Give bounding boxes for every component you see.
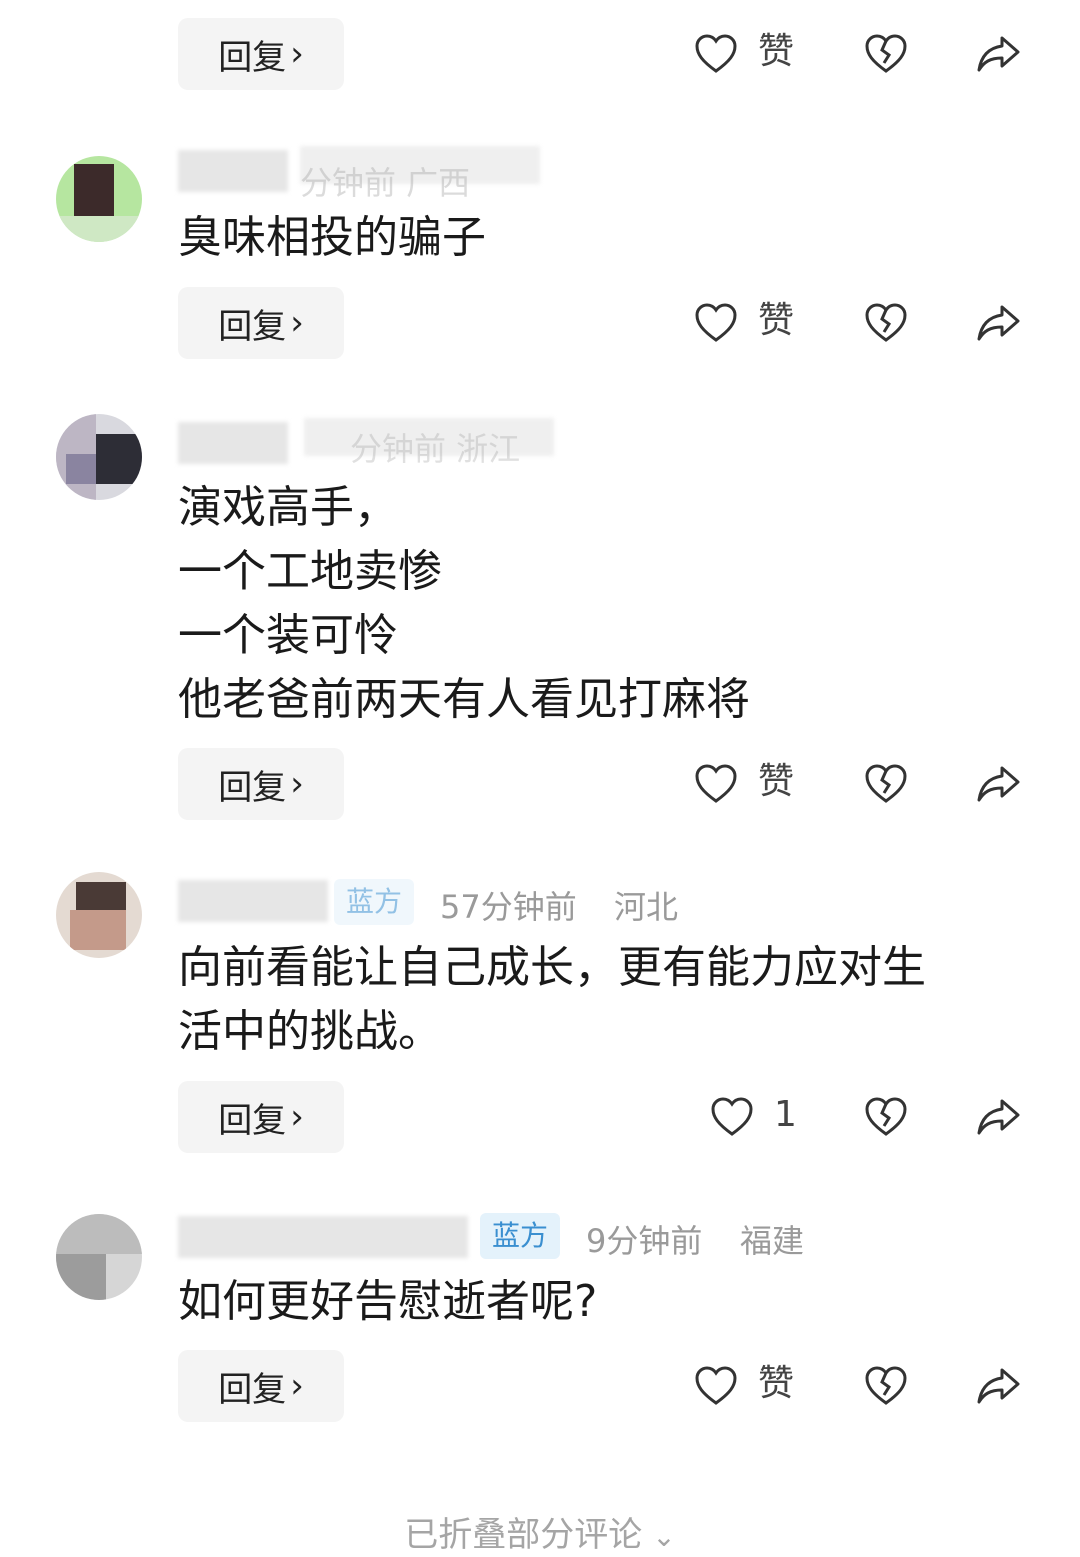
comment-location: 河北 [614, 888, 679, 926]
broken-heart-icon[interactable] [862, 30, 910, 78]
avatar[interactable] [56, 872, 142, 958]
comment-line: 演戏高手， [178, 482, 398, 533]
comment-line: 一个装可怜 [178, 610, 398, 661]
username-blurred [178, 1216, 468, 1258]
reply-label: 回复 [218, 1100, 287, 1141]
role-tag: 蓝方 [334, 879, 415, 925]
like-label: 赞 [758, 761, 795, 802]
like-count: 1 [774, 1094, 797, 1135]
reply-label: 回复 [218, 306, 287, 347]
reply-button[interactable]: 回复 › [178, 748, 344, 820]
username-blurred [178, 880, 328, 922]
reply-button[interactable]: 回复 › [178, 1350, 344, 1422]
comment-text: 臭味相投的骗子 [178, 212, 486, 263]
like-label: 赞 [758, 31, 795, 72]
like-label: 赞 [758, 300, 795, 341]
chevron-right-icon: › [290, 303, 304, 343]
share-arrow-icon[interactable] [974, 760, 1022, 808]
role-tag: 蓝方 [480, 1213, 561, 1259]
comment-line: 他老爸前两天有人看见打麻将 [178, 674, 750, 725]
comment-text: 如何更好告慰逝者呢? [178, 1276, 598, 1327]
comment-location: 福建 [740, 1222, 805, 1260]
broken-heart-icon[interactable] [862, 1362, 910, 1410]
comment-line: 向前看能让自己成长，更有能力应对生 [178, 942, 926, 993]
broken-heart-icon[interactable] [862, 299, 910, 347]
comment-line: 一个工地卖惨 [178, 546, 442, 597]
chevron-right-icon: › [290, 1366, 304, 1406]
chevron-right-icon: › [290, 34, 304, 74]
heart-icon[interactable] [692, 1362, 740, 1410]
chevron-right-icon: › [290, 764, 304, 804]
share-arrow-icon[interactable] [974, 299, 1022, 347]
comment-line: 活中的挑战。 [178, 1006, 442, 1057]
broken-heart-icon[interactable] [862, 760, 910, 808]
heart-icon[interactable] [692, 760, 740, 808]
chevron-right-icon: › [290, 1097, 304, 1137]
share-arrow-icon[interactable] [974, 30, 1022, 78]
avatar[interactable] [56, 156, 142, 242]
reply-label: 回复 [218, 767, 287, 808]
reply-label: 回复 [218, 37, 287, 78]
collapsed-label: 已折叠部分评论 [404, 1515, 643, 1555]
comment-meta: 分钟前 广西 [300, 164, 471, 202]
share-arrow-icon[interactable] [974, 1093, 1022, 1141]
reply-button[interactable]: 回复 › [178, 1081, 344, 1153]
collapsed-comments-toggle[interactable]: 已折叠部分评论 ⌄ [0, 1507, 1080, 1556]
like-label: 赞 [758, 1363, 795, 1404]
comment-meta: 分钟前 浙江 [350, 430, 521, 468]
heart-icon[interactable] [692, 299, 740, 347]
avatar[interactable] [56, 1214, 142, 1300]
heart-icon[interactable] [692, 30, 740, 78]
username-blurred [178, 150, 288, 192]
username-blurred [178, 422, 288, 464]
reply-button[interactable]: 回复 › [178, 287, 344, 359]
share-arrow-icon[interactable] [974, 1362, 1022, 1410]
reply-button[interactable]: 回复 › [178, 18, 344, 90]
reply-label: 回复 [218, 1369, 287, 1410]
avatar[interactable] [56, 414, 142, 500]
comment-time: 57分钟前 [440, 888, 577, 926]
comment-time: 9分钟前 [586, 1222, 703, 1260]
chevron-down-icon: ⌄ [652, 1520, 676, 1553]
heart-icon[interactable] [708, 1093, 756, 1141]
broken-heart-icon[interactable] [862, 1093, 910, 1141]
